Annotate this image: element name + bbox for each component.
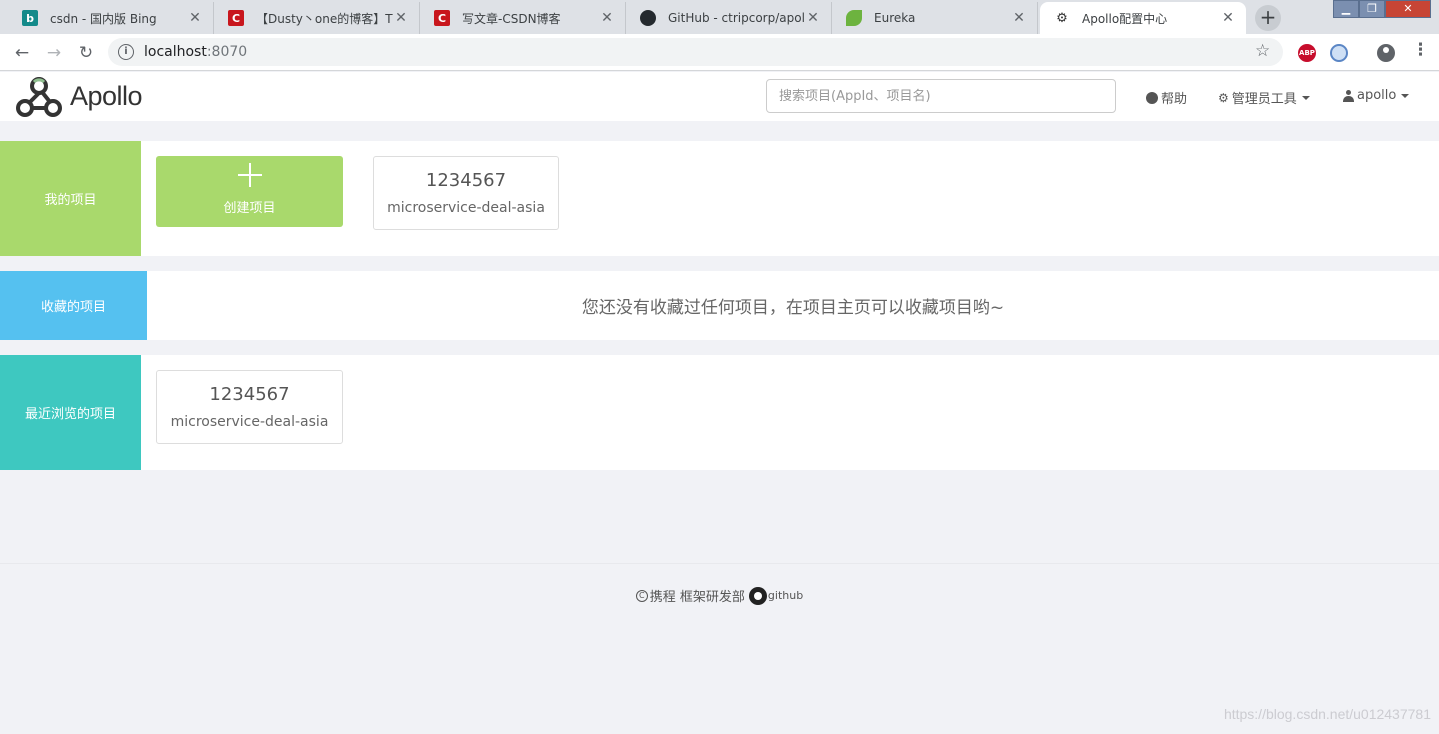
reload-icon[interactable]: ↻: [74, 41, 98, 65]
logo-text: Apollo: [70, 81, 143, 111]
user-name: apollo: [1357, 88, 1397, 103]
maximize-button[interactable]: ❐: [1359, 0, 1385, 18]
back-icon[interactable]: ←: [10, 41, 34, 65]
new-tab-button[interactable]: +: [1255, 5, 1281, 31]
apollo-icon: ⚙: [1056, 10, 1068, 26]
app-header: Apollo ? 帮助 ⚙ 管理员工具 apollo: [0, 72, 1439, 121]
bookmark-star-icon[interactable]: ☆: [1255, 41, 1270, 61]
browser-tabbar: b csdn - 国内版 Bing ✕ C 【Dusty丶one的博客】Th ✕…: [0, 0, 1439, 34]
csdn-icon: C: [434, 10, 450, 26]
help-link[interactable]: ? 帮助: [1146, 88, 1187, 107]
copyright-icon: C: [635, 589, 648, 602]
help-label: 帮助: [1161, 92, 1188, 107]
close-icon[interactable]: ✕: [1011, 10, 1027, 26]
browser-menu-icon[interactable]: ⋮: [1412, 40, 1429, 60]
footer-copyright: 携程 框架研发部: [649, 590, 745, 605]
recent-projects-section: 最近浏览的项目 1234567 microservice-deal-asia: [0, 355, 1439, 470]
window-controls: ▁ ❐ ✕: [1333, 0, 1431, 18]
my-projects-label: 我的项目: [0, 141, 141, 256]
user-dropdown[interactable]: apollo: [1343, 88, 1410, 103]
github-icon[interactable]: [748, 586, 767, 605]
extension-icon[interactable]: [1330, 44, 1348, 62]
project-search-input[interactable]: [766, 79, 1116, 113]
adblock-icon[interactable]: ABP: [1298, 44, 1316, 62]
browser-tab-bing[interactable]: b csdn - 国内版 Bing ✕: [8, 2, 214, 34]
tab-title: GitHub - ctripcorp/apollo: [668, 11, 805, 25]
plus-icon: [238, 163, 262, 187]
tab-title: Eureka: [874, 11, 916, 25]
tab-title: 【Dusty丶one的博客】Th: [256, 11, 393, 26]
url-host: localhost: [144, 44, 207, 60]
site-info-icon[interactable]: i: [118, 44, 134, 60]
project-card[interactable]: 1234567 microservice-deal-asia: [373, 156, 559, 230]
bing-icon: b: [22, 10, 38, 26]
project-name: microservice-deal-asia: [387, 200, 545, 216]
tab-title: Apollo配置中心: [1082, 11, 1168, 26]
apollo-logo-icon: [16, 76, 62, 117]
caret-down-icon: [1401, 93, 1410, 98]
create-project-label: 创建项目: [223, 201, 276, 216]
favorite-projects-section: 收藏的项目 您还没有收藏过任何项目，在项目主页可以收藏项目哟~: [0, 271, 1439, 340]
github-link[interactable]: github: [768, 589, 803, 602]
close-icon[interactable]: ✕: [599, 10, 615, 26]
caret-down-icon: [1301, 95, 1310, 100]
user-icon: [1343, 89, 1354, 102]
admin-tools-dropdown[interactable]: ⚙ 管理员工具: [1218, 88, 1310, 107]
gear-icon: ⚙: [1218, 90, 1229, 105]
browser-tab-csdn-write[interactable]: C 写文章-CSDN博客 ✕: [420, 2, 626, 34]
project-appid: 1234567: [209, 384, 290, 405]
footer: C 携程 框架研发部 github: [0, 586, 1439, 605]
address-bar[interactable]: i localhost:8070: [108, 38, 1283, 66]
admin-tools-label: 管理员工具: [1231, 92, 1297, 107]
tab-title: 写文章-CSDN博客: [462, 11, 561, 26]
close-icon[interactable]: ✕: [393, 10, 409, 26]
close-icon[interactable]: ✕: [805, 10, 821, 26]
close-icon[interactable]: ✕: [1220, 10, 1236, 26]
url-port: :8070: [206, 44, 248, 60]
close-icon[interactable]: ✕: [187, 10, 203, 26]
tab-title: csdn - 国内版 Bing: [50, 11, 157, 26]
favorites-empty-message: 您还没有收藏过任何项目，在项目主页可以收藏项目哟~: [581, 298, 1005, 318]
create-project-button[interactable]: 创建项目: [156, 156, 343, 227]
browser-tab-eureka[interactable]: Eureka ✕: [832, 2, 1038, 34]
favorite-projects-label: 收藏的项目: [0, 271, 147, 340]
project-card[interactable]: 1234567 microservice-deal-asia: [156, 370, 343, 444]
recent-projects-label: 最近浏览的项目: [0, 355, 141, 470]
apollo-logo[interactable]: Apollo: [14, 72, 143, 121]
forward-icon[interactable]: →: [42, 41, 66, 65]
my-projects-section: 我的项目 创建项目 1234567 microservice-deal-asia: [0, 141, 1439, 256]
watermark: https://blog.csdn.net/u012437781: [1223, 706, 1431, 722]
project-appid: 1234567: [425, 170, 507, 191]
footer-divider: [0, 563, 1439, 564]
spring-leaf-icon: [846, 10, 862, 26]
project-name: microservice-deal-asia: [170, 414, 329, 430]
browser-tab-github[interactable]: GitHub - ctripcorp/apollo ✕: [626, 2, 832, 34]
question-circle-icon: ?: [1146, 91, 1158, 104]
browser-toolbar: ← → ↻ i localhost:8070 ☆ ABP ⋮: [0, 34, 1439, 71]
profile-icon[interactable]: [1377, 44, 1395, 62]
browser-tab-dusty-blog[interactable]: C 【Dusty丶one的博客】Th ✕: [214, 2, 420, 34]
csdn-icon: C: [228, 10, 244, 26]
close-window-button[interactable]: ✕: [1385, 0, 1431, 18]
minimize-button[interactable]: ▁: [1333, 0, 1359, 18]
browser-tab-apollo[interactable]: ⚙ Apollo配置中心 ✕: [1040, 2, 1246, 34]
github-icon: [640, 10, 656, 26]
